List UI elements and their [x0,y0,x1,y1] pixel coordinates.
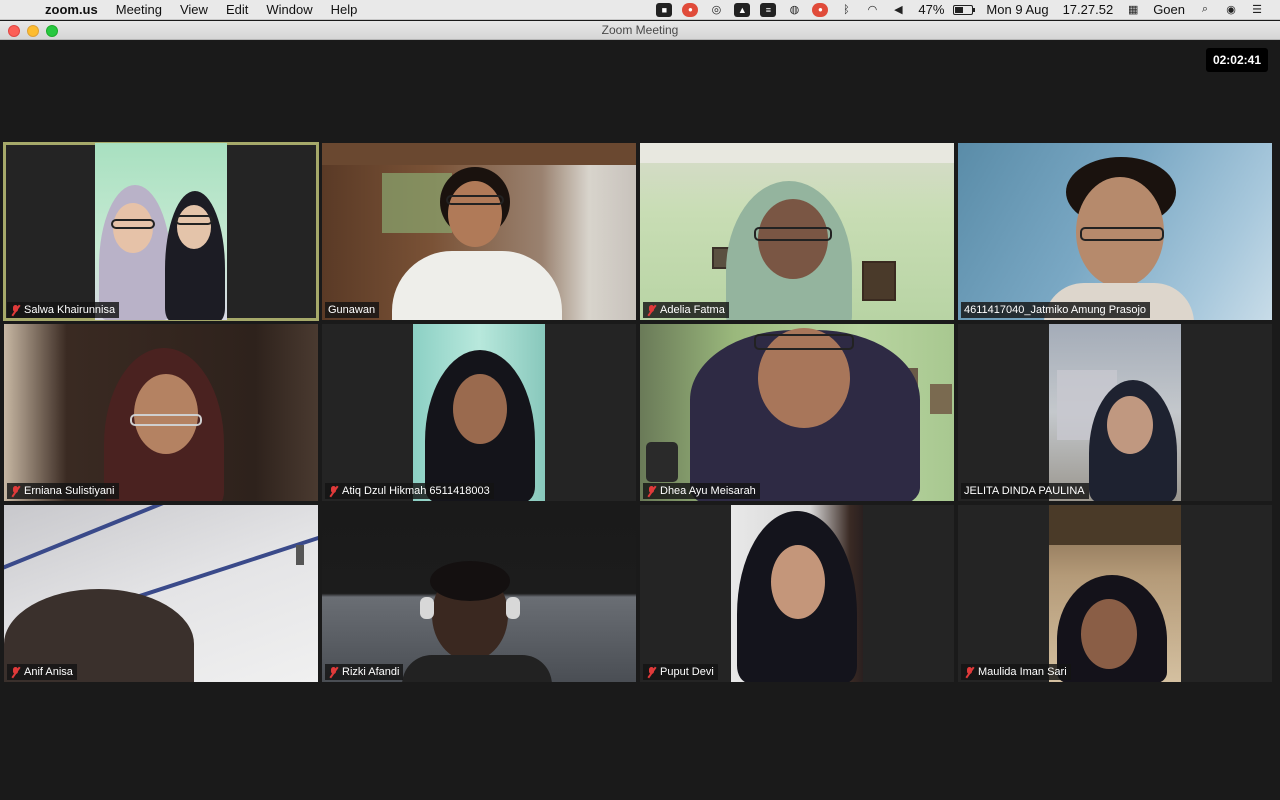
zoom-camera-icon[interactable]: ■ [656,2,673,17]
menu-app-name[interactable]: zoom.us [36,0,107,20]
participant-name: JELITA DINDA PAULINA [964,485,1085,497]
zoom-window-button[interactable] [46,25,58,37]
participant-video [4,505,318,682]
minimize-window-button[interactable] [27,25,39,37]
participant-name: Maulida Iman Sari [978,666,1067,678]
mic-muted-icon [964,666,975,678]
participant-tile[interactable]: Erniana Sulistiyani [4,324,318,501]
participant-name-tag: JELITA DINDA PAULINA [961,483,1089,499]
vpn-icon[interactable]: ◍ [786,3,802,17]
window-title: Zoom Meeting [601,23,679,37]
participant-video [413,324,545,501]
participant-name-tag: 4611417040_Jatmiko Amung Prasojo [961,302,1151,318]
participant-name-tag: Erniana Sulistiyani [7,483,119,499]
mic-muted-icon [646,666,657,678]
participant-tile[interactable]: Rizki Afandi [322,505,636,682]
participant-video [731,505,863,682]
participant-name-tag: Atiq Dzul Hikmah 6511418003 [325,483,494,499]
gallery-view: Salwa Khairunnisa Gunawan Adelia Fatma 4… [3,142,1276,682]
search-icon[interactable]: ⌕ [1197,3,1213,17]
participant-tile[interactable]: Puput Devi [640,505,954,682]
menu-view[interactable]: View [171,0,217,20]
meeting-timer: 02:02:41 [1205,48,1268,72]
mic-muted-icon [10,666,21,678]
participant-tile[interactable]: Anif Anisa [4,505,318,682]
drive-icon[interactable]: ▲ [734,2,751,17]
mic-muted-icon [646,485,657,497]
participant-name: Dhea Ayu Meisarah [660,485,756,497]
stack-icon[interactable]: ≡ [760,2,777,17]
participant-name-tag: Puput Devi [643,664,718,680]
window-title-bar: Zoom Meeting [0,21,1280,40]
participant-tile[interactable]: JELITA DINDA PAULINA [958,324,1272,501]
participant-name-tag: Gunawan [325,302,380,318]
participant-tile[interactable]: Adelia Fatma [640,143,954,320]
participant-video [640,324,954,501]
participant-tile[interactable]: Maulida Iman Sari [958,505,1272,682]
participant-video [322,505,636,682]
creative-cloud-icon[interactable]: ◎ [708,3,724,17]
participant-name: Rizki Afandi [342,666,400,678]
menu-edit[interactable]: Edit [217,0,257,20]
participant-name-tag: Anif Anisa [7,664,77,680]
participant-name: Adelia Fatma [660,304,725,316]
mic-muted-icon [328,485,339,497]
menubar-date: Mon 9 Aug [986,2,1049,17]
participant-name-tag: Adelia Fatma [643,302,729,318]
participant-video [1049,505,1181,682]
participant-video [640,143,954,320]
participant-name: Salwa Khairunnisa [24,304,116,316]
participant-video [1049,324,1181,501]
menubar-time[interactable]: 17.27.52 [1063,2,1114,17]
battery-fill [955,6,964,13]
participant-tile[interactable]: Dhea Ayu Meisarah [640,324,954,501]
bluetooth-icon[interactable]: ᛒ [838,3,854,17]
notification-icon[interactable]: ● [682,2,699,17]
mic-muted-icon [10,304,21,316]
control-center-icon[interactable]: ☰ [1249,3,1265,17]
participant-name: Gunawan [328,304,376,316]
participant-tile[interactable]: Gunawan [322,143,636,320]
participant-name-tag: Rizki Afandi [325,664,404,680]
siri-icon[interactable]: ◉ [1223,3,1239,17]
participant-name: Anif Anisa [24,666,73,678]
participant-tile[interactable]: 4611417040_Jatmiko Amung Prasojo [958,143,1272,320]
menubar-user[interactable]: Goen [1153,2,1185,17]
participant-video [322,143,636,320]
meeting-area: 02:02:41 Salwa Khairunnisa Gunawan Adeli… [0,40,1280,800]
close-window-button[interactable] [8,25,20,37]
participant-name: Erniana Sulistiyani [24,485,115,497]
mic-muted-icon [328,666,339,678]
menu-help[interactable]: Help [322,0,367,20]
participant-video [4,324,318,501]
menu-meeting[interactable]: Meeting [107,0,171,20]
participant-name-tag: Salwa Khairunnisa [7,302,120,318]
volume-icon[interactable]: ◀ [890,3,906,17]
mic-muted-icon [646,304,657,316]
record-icon[interactable]: ● [812,2,829,17]
window-controls [8,25,58,37]
mic-muted-icon [10,485,21,497]
participant-tile[interactable]: Salwa Khairunnisa [3,142,319,321]
status-area: ■ ● ◎ ▲ ≡ ◍ ● ᛒ ◠ ◀ 47% Mon 9 Aug 17.27.… [651,0,1280,20]
participant-name: Puput Devi [660,666,714,678]
participant-name: 4611417040_Jatmiko Amung Prasojo [964,304,1147,316]
participant-name-tag: Dhea Ayu Meisarah [643,483,760,499]
calendar-icon[interactable]: ▦ [1125,3,1141,17]
participant-tile[interactable]: Atiq Dzul Hikmah 6511418003 [322,324,636,501]
battery-percent: 47% [918,2,945,17]
participant-name-tag: Maulida Iman Sari [961,664,1071,680]
participant-video [958,143,1272,320]
participant-name: Atiq Dzul Hikmah 6511418003 [342,485,490,497]
wifi-icon[interactable]: ◠ [864,3,880,17]
battery-icon[interactable] [953,4,976,15]
participant-video [95,143,227,320]
menu-window[interactable]: Window [257,0,321,20]
menu-bar: zoom.us Meeting View Edit Window Help ■ … [0,0,1280,20]
